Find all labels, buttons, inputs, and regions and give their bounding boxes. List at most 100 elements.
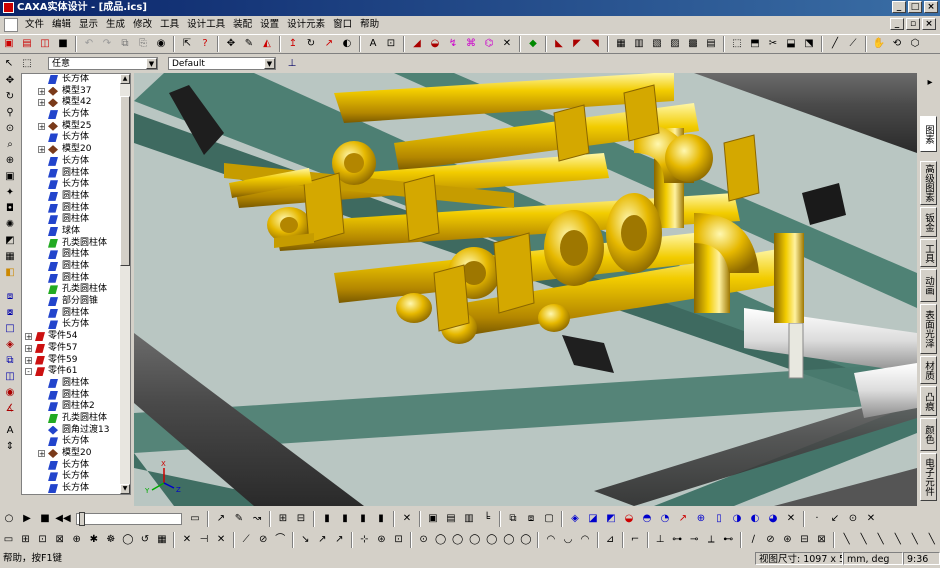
- help-pointer-icon[interactable]: ?: [197, 36, 213, 52]
- render-tool-6-icon[interactable]: ▤: [703, 36, 719, 52]
- tree-row[interactable]: 长方体: [22, 319, 130, 331]
- tree-row[interactable]: 长方体: [22, 436, 130, 448]
- tree-row[interactable]: 长方体: [22, 109, 130, 121]
- tree-row[interactable]: 圆柱体: [22, 308, 130, 320]
- sk-41-icon[interactable]: ⊘: [763, 532, 778, 548]
- new-icon[interactable]: ▣: [1, 36, 17, 52]
- close-button[interactable]: ×: [924, 1, 938, 13]
- face-6-icon[interactable]: ◔: [657, 511, 673, 527]
- shell-icon[interactable]: ⌬: [481, 36, 497, 52]
- face-tool-3-icon[interactable]: ◥: [587, 36, 603, 52]
- film-icon[interactable]: ▭: [187, 511, 203, 527]
- misc-tool-2-icon[interactable]: ⟲: [889, 36, 905, 52]
- tree-row[interactable]: 圆柱体: [22, 378, 130, 390]
- sk-18-icon[interactable]: ↗: [315, 532, 330, 548]
- sk-11-icon[interactable]: ✕: [179, 532, 194, 548]
- tree-row[interactable]: 圆柱体: [22, 390, 130, 402]
- face-12-icon[interactable]: ◕: [765, 511, 781, 527]
- tool-paint-icon[interactable]: ✎: [241, 36, 257, 52]
- style-select[interactable]: Default ▼: [168, 57, 276, 70]
- tree-row[interactable]: 孔类圆柱体: [22, 238, 130, 250]
- extrude-icon[interactable]: ◢: [409, 36, 425, 52]
- sk-4-icon[interactable]: ⊠: [52, 532, 67, 548]
- wireframe-icon[interactable]: ◫: [2, 370, 18, 384]
- panel-3-icon[interactable]: ▮: [355, 511, 371, 527]
- sk-13-icon[interactable]: ✕: [214, 532, 229, 548]
- sk-15-icon[interactable]: ⊘: [256, 532, 271, 548]
- panel-1-icon[interactable]: ▮: [319, 511, 335, 527]
- pt-1-icon[interactable]: ·: [809, 511, 825, 527]
- camera-icon[interactable]: ◘: [2, 202, 18, 216]
- sk-17-icon[interactable]: ↘: [298, 532, 313, 548]
- sk-19-icon[interactable]: ↗: [332, 532, 347, 548]
- tool-bucket-icon[interactable]: ◭: [259, 36, 275, 52]
- sk-32-icon[interactable]: ◠: [577, 532, 592, 548]
- tree-row[interactable]: 部分圆锥: [22, 296, 130, 308]
- frame-1-icon[interactable]: ▣: [425, 511, 441, 527]
- frame-3-icon[interactable]: ▥: [461, 511, 477, 527]
- tree-row[interactable]: 圆柱体: [22, 273, 130, 285]
- sk-14-icon[interactable]: ⟋: [239, 532, 254, 548]
- render-tool-2-icon[interactable]: ▥: [631, 36, 647, 52]
- undo-icon[interactable]: ↶: [81, 36, 97, 52]
- scroll-down-icon[interactable]: ▼: [120, 484, 130, 494]
- face-tool-2-icon[interactable]: ◤: [569, 36, 585, 52]
- sk-37-icon[interactable]: ⊸: [687, 532, 702, 548]
- expand-icon[interactable]: +: [38, 122, 45, 130]
- view-tool-5-icon[interactable]: ⬔: [801, 36, 817, 52]
- expand-icon[interactable]: +: [38, 450, 45, 458]
- frame-4-icon[interactable]: ╘: [479, 511, 495, 527]
- sk-45-icon[interactable]: ╲: [839, 532, 854, 548]
- sk-16-icon[interactable]: ⌒: [273, 532, 288, 548]
- look-icon[interactable]: ⊙: [2, 122, 18, 136]
- face-4-icon[interactable]: ◒: [621, 511, 637, 527]
- anim-tool-1-icon[interactable]: ⊞: [275, 511, 291, 527]
- sk-21-icon[interactable]: ⊛: [374, 532, 389, 548]
- sk-29-icon[interactable]: ◯: [518, 532, 533, 548]
- face-13-icon[interactable]: ✕: [783, 511, 799, 527]
- sk-47-icon[interactable]: ╲: [873, 532, 888, 548]
- face-7-icon[interactable]: ↗: [675, 511, 691, 527]
- text-annotation-icon[interactable]: A: [2, 424, 18, 438]
- sk-34-icon[interactable]: ⌐: [628, 532, 643, 548]
- view-back-icon[interactable]: ⧉: [2, 354, 18, 368]
- expand-icon[interactable]: +: [25, 344, 32, 352]
- tree-row[interactable]: - 零件61: [22, 366, 130, 378]
- 3d-viewport[interactable]: X Y Z: [134, 73, 917, 506]
- tree-row[interactable]: 长方体: [22, 471, 130, 483]
- tree-row[interactable]: 长方体: [22, 179, 130, 191]
- tree-row[interactable]: + 零件59: [22, 355, 130, 367]
- face-11-icon[interactable]: ◐: [747, 511, 763, 527]
- face-tool-1-icon[interactable]: ◣: [551, 36, 567, 52]
- panel-2-icon[interactable]: ▮: [337, 511, 353, 527]
- copy-icon[interactable]: ⧉: [117, 36, 133, 52]
- render-tool-1-icon[interactable]: ▦: [613, 36, 629, 52]
- sk-38-icon[interactable]: ⟂: [704, 532, 719, 548]
- sk-6-icon[interactable]: ✱: [86, 532, 101, 548]
- pt-3-icon[interactable]: ⊙: [845, 511, 861, 527]
- pt-2-icon[interactable]: ↙: [827, 511, 843, 527]
- tree-row[interactable]: + 零件57: [22, 343, 130, 355]
- menu-file[interactable]: 文件: [21, 16, 48, 33]
- highlight-icon[interactable]: ◧: [2, 266, 18, 280]
- select-box-icon[interactable]: ⬚: [19, 56, 35, 72]
- sk-5-icon[interactable]: ⊕: [69, 532, 84, 548]
- tree-row[interactable]: + 模型20: [22, 144, 130, 156]
- sk-10-icon[interactable]: ▦: [154, 532, 169, 548]
- select-arrow-icon[interactable]: ↖: [1, 56, 17, 72]
- view-tool-3-icon[interactable]: ✂: [765, 36, 781, 52]
- animation-slider[interactable]: [76, 511, 182, 526]
- sk-42-icon[interactable]: ⊛: [780, 532, 795, 548]
- fillet-tool-icon[interactable]: ✕: [499, 36, 515, 52]
- frame-2-icon[interactable]: ▤: [443, 511, 459, 527]
- edit-path-icon[interactable]: ↗: [213, 511, 229, 527]
- view-side-icon[interactable]: □: [2, 322, 18, 336]
- sk-46-icon[interactable]: ╲: [856, 532, 871, 548]
- sk-8-icon[interactable]: ◯: [120, 532, 135, 548]
- hierarchy-icon[interactable]: ⊥: [284, 56, 300, 72]
- render-tool-4-icon[interactable]: ▨: [667, 36, 683, 52]
- dimension-icon[interactable]: ⇕: [2, 440, 18, 454]
- edit-tool-2-icon[interactable]: ⟋: [845, 36, 861, 52]
- view-tool-4-icon[interactable]: ⬓: [783, 36, 799, 52]
- tree-row[interactable]: 长方体: [22, 460, 130, 472]
